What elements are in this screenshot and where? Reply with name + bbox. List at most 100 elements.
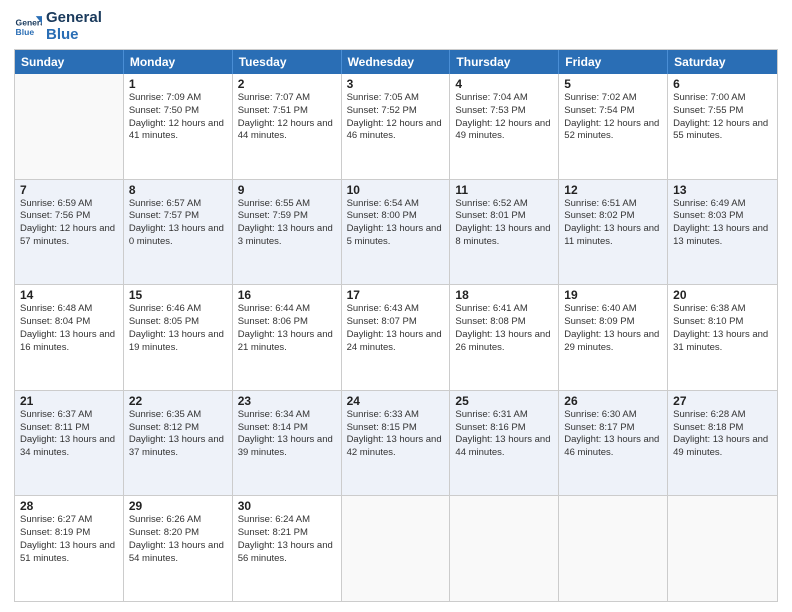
day-number: 20 <box>673 288 772 302</box>
day-header-thursday: Thursday <box>450 50 559 74</box>
calendar-week-4: 21Sunrise: 6:37 AMSunset: 8:11 PMDayligh… <box>15 391 777 497</box>
day-number: 8 <box>129 183 227 197</box>
day-number: 11 <box>455 183 553 197</box>
calendar-day-18: 18Sunrise: 6:41 AMSunset: 8:08 PMDayligh… <box>450 285 559 390</box>
calendar-week-2: 7Sunrise: 6:59 AMSunset: 7:56 PMDaylight… <box>15 180 777 286</box>
day-info: Sunrise: 6:46 AMSunset: 8:05 PMDaylight:… <box>129 303 227 354</box>
day-info: Sunrise: 6:38 AMSunset: 8:10 PMDaylight:… <box>673 303 772 354</box>
day-info: Sunrise: 6:33 AMSunset: 8:15 PMDaylight:… <box>347 409 445 460</box>
day-number: 7 <box>20 183 118 197</box>
day-info: Sunrise: 6:41 AMSunset: 8:08 PMDaylight:… <box>455 303 553 354</box>
day-info: Sunrise: 6:52 AMSunset: 8:01 PMDaylight:… <box>455 198 553 249</box>
day-number: 4 <box>455 77 553 91</box>
day-info: Sunrise: 6:48 AMSunset: 8:04 PMDaylight:… <box>20 303 118 354</box>
day-number: 12 <box>564 183 662 197</box>
day-info: Sunrise: 7:02 AMSunset: 7:54 PMDaylight:… <box>564 92 662 143</box>
calendar-day-30: 30Sunrise: 6:24 AMSunset: 8:21 PMDayligh… <box>233 496 342 601</box>
empty-cell <box>15 74 124 179</box>
day-header-friday: Friday <box>559 50 668 74</box>
calendar-day-23: 23Sunrise: 6:34 AMSunset: 8:14 PMDayligh… <box>233 391 342 496</box>
day-info: Sunrise: 7:07 AMSunset: 7:51 PMDaylight:… <box>238 92 336 143</box>
day-header-wednesday: Wednesday <box>342 50 451 74</box>
day-number: 17 <box>347 288 445 302</box>
day-number: 25 <box>455 394 553 408</box>
logo: General Blue General Blue <box>14 10 102 43</box>
day-number: 23 <box>238 394 336 408</box>
calendar-day-24: 24Sunrise: 6:33 AMSunset: 8:15 PMDayligh… <box>342 391 451 496</box>
day-number: 29 <box>129 499 227 513</box>
calendar-day-25: 25Sunrise: 6:31 AMSunset: 8:16 PMDayligh… <box>450 391 559 496</box>
day-info: Sunrise: 6:44 AMSunset: 8:06 PMDaylight:… <box>238 303 336 354</box>
calendar-day-15: 15Sunrise: 6:46 AMSunset: 8:05 PMDayligh… <box>124 285 233 390</box>
calendar: SundayMondayTuesdayWednesdayThursdayFrid… <box>14 49 778 602</box>
day-number: 2 <box>238 77 336 91</box>
day-info: Sunrise: 6:31 AMSunset: 8:16 PMDaylight:… <box>455 409 553 460</box>
calendar-day-16: 16Sunrise: 6:44 AMSunset: 8:06 PMDayligh… <box>233 285 342 390</box>
calendar-day-19: 19Sunrise: 6:40 AMSunset: 8:09 PMDayligh… <box>559 285 668 390</box>
calendar-day-2: 2Sunrise: 7:07 AMSunset: 7:51 PMDaylight… <box>233 74 342 179</box>
day-info: Sunrise: 6:49 AMSunset: 8:03 PMDaylight:… <box>673 198 772 249</box>
calendar-day-4: 4Sunrise: 7:04 AMSunset: 7:53 PMDaylight… <box>450 74 559 179</box>
day-info: Sunrise: 7:05 AMSunset: 7:52 PMDaylight:… <box>347 92 445 143</box>
day-header-sunday: Sunday <box>15 50 124 74</box>
calendar-day-11: 11Sunrise: 6:52 AMSunset: 8:01 PMDayligh… <box>450 180 559 285</box>
calendar-day-28: 28Sunrise: 6:27 AMSunset: 8:19 PMDayligh… <box>15 496 124 601</box>
calendar-day-9: 9Sunrise: 6:55 AMSunset: 7:59 PMDaylight… <box>233 180 342 285</box>
empty-cell <box>668 496 777 601</box>
calendar-body: 1Sunrise: 7:09 AMSunset: 7:50 PMDaylight… <box>15 74 777 601</box>
day-info: Sunrise: 6:35 AMSunset: 8:12 PMDaylight:… <box>129 409 227 460</box>
day-info: Sunrise: 6:59 AMSunset: 7:56 PMDaylight:… <box>20 198 118 249</box>
calendar-day-21: 21Sunrise: 6:37 AMSunset: 8:11 PMDayligh… <box>15 391 124 496</box>
page-header: General Blue General Blue <box>14 10 778 43</box>
calendar-week-3: 14Sunrise: 6:48 AMSunset: 8:04 PMDayligh… <box>15 285 777 391</box>
day-number: 28 <box>20 499 118 513</box>
day-info: Sunrise: 6:51 AMSunset: 8:02 PMDaylight:… <box>564 198 662 249</box>
day-info: Sunrise: 7:09 AMSunset: 7:50 PMDaylight:… <box>129 92 227 143</box>
day-info: Sunrise: 6:30 AMSunset: 8:17 PMDaylight:… <box>564 409 662 460</box>
calendar-day-22: 22Sunrise: 6:35 AMSunset: 8:12 PMDayligh… <box>124 391 233 496</box>
day-number: 10 <box>347 183 445 197</box>
empty-cell <box>450 496 559 601</box>
day-info: Sunrise: 6:55 AMSunset: 7:59 PMDaylight:… <box>238 198 336 249</box>
day-info: Sunrise: 6:57 AMSunset: 7:57 PMDaylight:… <box>129 198 227 249</box>
day-info: Sunrise: 6:40 AMSunset: 8:09 PMDaylight:… <box>564 303 662 354</box>
day-info: Sunrise: 6:27 AMSunset: 8:19 PMDaylight:… <box>20 514 118 565</box>
calendar-day-13: 13Sunrise: 6:49 AMSunset: 8:03 PMDayligh… <box>668 180 777 285</box>
logo-text: General Blue <box>46 10 102 43</box>
calendar-day-20: 20Sunrise: 6:38 AMSunset: 8:10 PMDayligh… <box>668 285 777 390</box>
day-number: 26 <box>564 394 662 408</box>
day-number: 9 <box>238 183 336 197</box>
calendar-day-17: 17Sunrise: 6:43 AMSunset: 8:07 PMDayligh… <box>342 285 451 390</box>
day-number: 27 <box>673 394 772 408</box>
day-info: Sunrise: 6:54 AMSunset: 8:00 PMDaylight:… <box>347 198 445 249</box>
day-info: Sunrise: 6:34 AMSunset: 8:14 PMDaylight:… <box>238 409 336 460</box>
day-number: 24 <box>347 394 445 408</box>
empty-cell <box>342 496 451 601</box>
day-number: 15 <box>129 288 227 302</box>
day-number: 30 <box>238 499 336 513</box>
day-header-tuesday: Tuesday <box>233 50 342 74</box>
day-number: 1 <box>129 77 227 91</box>
day-number: 21 <box>20 394 118 408</box>
calendar-day-14: 14Sunrise: 6:48 AMSunset: 8:04 PMDayligh… <box>15 285 124 390</box>
day-number: 3 <box>347 77 445 91</box>
day-number: 5 <box>564 77 662 91</box>
day-number: 18 <box>455 288 553 302</box>
calendar-day-7: 7Sunrise: 6:59 AMSunset: 7:56 PMDaylight… <box>15 180 124 285</box>
empty-cell <box>559 496 668 601</box>
calendar-day-8: 8Sunrise: 6:57 AMSunset: 7:57 PMDaylight… <box>124 180 233 285</box>
day-info: Sunrise: 7:04 AMSunset: 7:53 PMDaylight:… <box>455 92 553 143</box>
day-info: Sunrise: 6:37 AMSunset: 8:11 PMDaylight:… <box>20 409 118 460</box>
day-number: 16 <box>238 288 336 302</box>
svg-text:General: General <box>16 17 42 27</box>
calendar-week-5: 28Sunrise: 6:27 AMSunset: 8:19 PMDayligh… <box>15 496 777 601</box>
calendar-day-26: 26Sunrise: 6:30 AMSunset: 8:17 PMDayligh… <box>559 391 668 496</box>
day-info: Sunrise: 6:28 AMSunset: 8:18 PMDaylight:… <box>673 409 772 460</box>
calendar-day-27: 27Sunrise: 6:28 AMSunset: 8:18 PMDayligh… <box>668 391 777 496</box>
day-number: 19 <box>564 288 662 302</box>
day-info: Sunrise: 6:43 AMSunset: 8:07 PMDaylight:… <box>347 303 445 354</box>
calendar-day-29: 29Sunrise: 6:26 AMSunset: 8:20 PMDayligh… <box>124 496 233 601</box>
day-number: 6 <box>673 77 772 91</box>
svg-text:Blue: Blue <box>16 26 35 36</box>
calendar-week-1: 1Sunrise: 7:09 AMSunset: 7:50 PMDaylight… <box>15 74 777 180</box>
